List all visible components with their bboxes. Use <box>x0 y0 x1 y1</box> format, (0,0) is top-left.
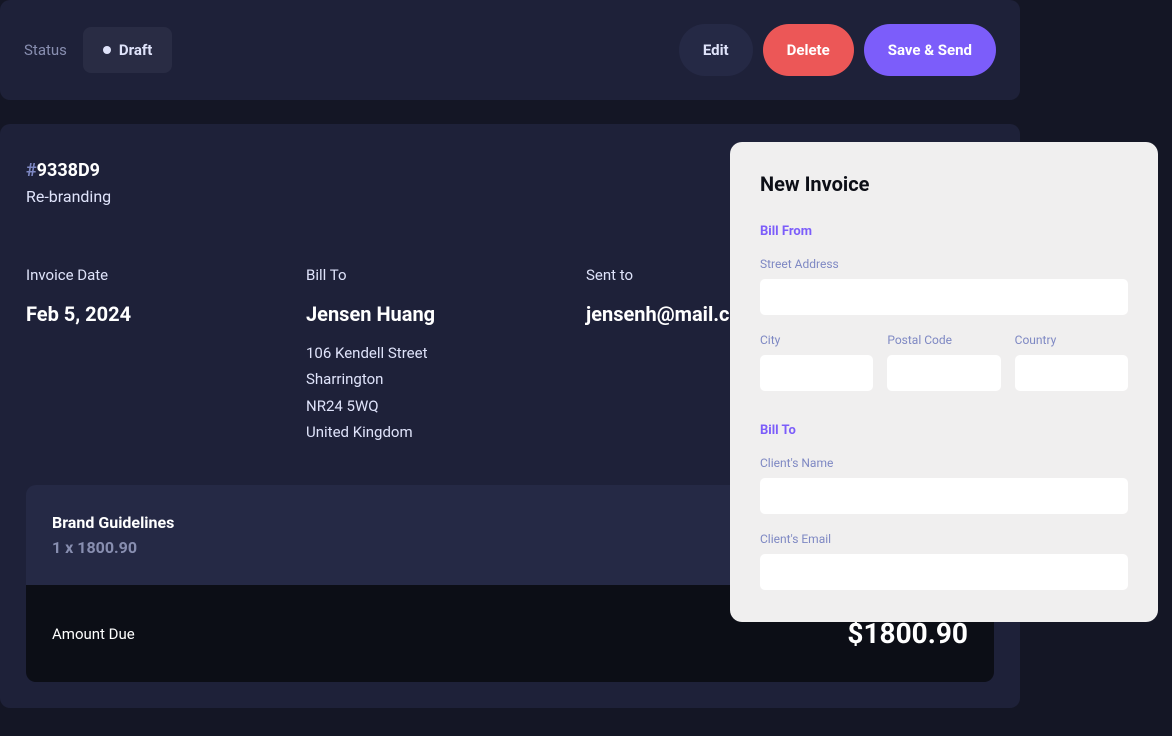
amount-due-label: Amount Due <box>52 625 135 643</box>
bill-to-label: Bill To <box>306 266 466 284</box>
street-address-input[interactable] <box>760 279 1128 315</box>
save-send-button[interactable]: Save & Send <box>864 24 996 76</box>
delete-button[interactable]: Delete <box>763 24 854 76</box>
invoice-date-value: Feb 5, 2024 <box>26 302 186 326</box>
country-input[interactable] <box>1015 355 1128 391</box>
address-postcode: NR24 5WQ <box>306 393 466 419</box>
status-value: Draft <box>119 41 152 59</box>
invoice-id-value: 9338D9 <box>37 160 100 181</box>
new-invoice-modal: New Invoice Bill From Street Address Cit… <box>730 142 1158 622</box>
city-input[interactable] <box>760 355 873 391</box>
address-country: United Kingdom <box>306 419 466 445</box>
client-name-label: Client's Name <box>760 456 1128 470</box>
status-label: Status <box>24 41 67 59</box>
client-email-label: Client's Email <box>760 532 1128 546</box>
bill-from-section-label: Bill From <box>760 224 1128 239</box>
status-badge: Draft <box>83 27 172 73</box>
client-name-input[interactable] <box>760 478 1128 514</box>
modal-title: New Invoice <box>760 172 1128 196</box>
hash-icon: # <box>26 160 37 181</box>
status-dot-icon <box>103 46 111 54</box>
invoice-date-label: Invoice Date <box>26 266 186 284</box>
bill-to-section-label: Bill To <box>760 423 1128 438</box>
street-address-label: Street Address <box>760 257 1128 271</box>
city-label: City <box>760 333 873 347</box>
postal-code-label: Postal Code <box>887 333 1000 347</box>
client-email-input[interactable] <box>760 554 1128 590</box>
postal-code-input[interactable] <box>887 355 1000 391</box>
address-city: Sharrington <box>306 366 466 392</box>
client-name: Jensen Huang <box>306 302 466 326</box>
address-street: 106 Kendell Street <box>306 340 466 366</box>
country-label: Country <box>1015 333 1128 347</box>
invoice-header: Status Draft Edit Delete Save & Send <box>0 0 1020 100</box>
edit-button[interactable]: Edit <box>679 24 753 76</box>
